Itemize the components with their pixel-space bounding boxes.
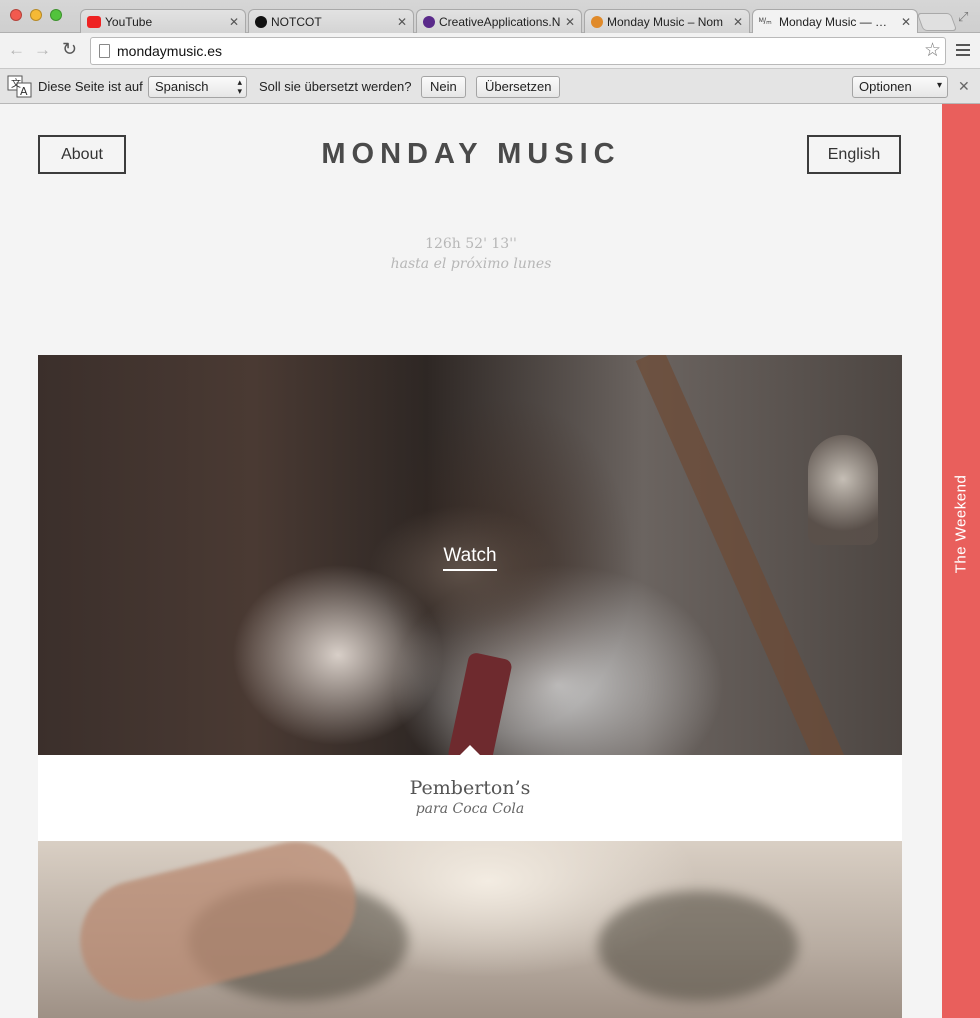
new-tab-button[interactable] [916,13,958,31]
feature-title: Pemberton’s [409,777,531,799]
reload-icon[interactable]: ↻ [62,39,77,60]
translate-button[interactable]: Übersetzen [476,76,561,98]
mm-icon: ᴹ/ₘ [759,16,772,26]
tab-close-icon[interactable]: ✕ [733,15,743,29]
language-select-value: Spanisch [155,79,209,94]
language-button[interactable]: English [807,135,901,174]
tab-close-icon[interactable]: ✕ [901,15,911,29]
close-translate-bar-icon[interactable]: ✕ [958,78,970,95]
minimize-window-icon[interactable] [30,9,42,21]
tab-close-icon[interactable]: ✕ [229,15,239,29]
caption-notch [460,745,480,755]
tab-notcot[interactable]: NOTCOT ✕ [248,9,414,33]
watch-link[interactable]: Watch [443,545,497,571]
tie-shape [447,651,513,755]
creativeapplications-icon [423,15,435,28]
close-window-icon[interactable] [10,9,22,21]
page-icon [99,44,110,58]
tab-monday-music-active[interactable]: ᴹ/ₘ Monday Music — Mon ✕ [752,9,918,34]
language-select[interactable]: Spanisch ▴ ▾ [148,76,247,98]
tree-shape [598,891,798,1001]
tab-label: CreativeApplications.N [439,14,561,29]
tab-creativeapplications[interactable]: CreativeApplications.N ✕ [416,9,582,33]
menu-icon[interactable] [956,44,970,59]
bookmark-star-icon[interactable]: ☆ [924,39,941,62]
countdown-timer: 126h 52' 13'' [425,236,517,252]
options-label: Optionen [859,79,912,94]
feature-video-thumbnail[interactable]: Watch [38,355,902,755]
tab-label: NOTCOT [271,14,322,29]
browser-toolbar: ← → ↻ mondaymusic.es ☆ [0,33,980,69]
chevron-down-icon: ▾ [936,80,942,91]
address-bar[interactable]: mondaymusic.es ☆ [90,37,946,65]
tab-label: Monday Music – Nom [607,14,724,29]
tab-monday-music-nom[interactable]: Monday Music – Nom ✕ [584,9,750,33]
monday-music-fav-icon [591,15,603,28]
tab-youtube[interactable]: YouTube ✕ [80,9,246,33]
translate-prefix: Diese Seite ist auf [38,79,143,94]
translate-bar: 文 A Diese Seite ist auf Spanisch ▴ ▾ Soll… [0,69,980,104]
forward-icon[interactable]: → [34,40,51,60]
second-video-thumbnail[interactable] [38,841,902,1018]
lamp-shape [808,435,878,545]
countdown-caption: hasta el próximo lunes [390,256,552,272]
notcot-icon [255,15,267,28]
watch-link-wrapper: Watch [38,545,902,571]
select-arrows-icon: ▴ ▾ [237,77,242,96]
tab-close-icon[interactable]: ✕ [397,15,407,29]
site-logo[interactable]: MONDAY MUSIC [0,138,942,171]
tab-label: Monday Music — Mon [779,15,897,29]
feature-caption[interactable]: Pemberton’s para Coca Cola [38,755,902,841]
translate-icon: 文 A [7,75,32,98]
youtube-icon [87,15,101,28]
tab-strip: YouTube ✕ NOTCOT ✕ CreativeApplications.… [0,0,980,34]
nein-button[interactable]: Nein [421,76,466,98]
the-weekend-side-tab[interactable]: The Weekend [942,104,980,1018]
side-tab-label: The Weekend [952,474,970,574]
web-page: About MONDAY MUSIC English 126h 52' 13''… [0,104,942,1018]
zoom-window-icon[interactable] [50,9,62,21]
svg-text:A: A [20,85,28,98]
browser-chrome: YouTube ✕ NOTCOT ✕ CreativeApplications.… [0,0,980,104]
fullscreen-icon[interactable]: ⤢ [958,9,968,25]
url-text[interactable]: mondaymusic.es [117,43,222,59]
options-select[interactable]: Optionen ▾ [852,76,948,98]
feature-subtitle: para Coca Cola [415,801,525,817]
tab-label: YouTube [105,14,153,29]
translate-question: Soll sie übersetzt werden? [259,79,412,94]
back-icon[interactable]: ← [8,40,25,60]
tab-close-icon[interactable]: ✕ [565,15,575,29]
